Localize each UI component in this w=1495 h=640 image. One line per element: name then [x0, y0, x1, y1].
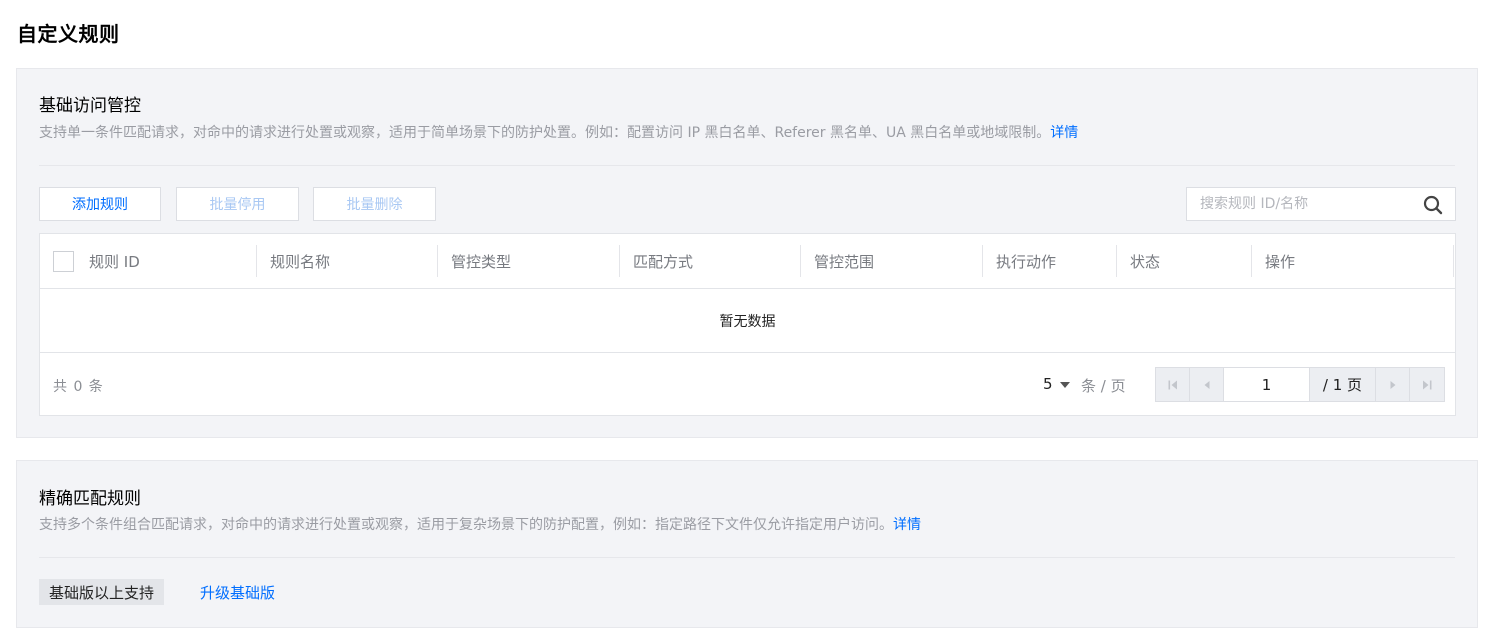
column-rule-id: 规则 ID [89, 252, 140, 271]
last-page-button[interactable] [1410, 368, 1444, 401]
column-operation: 操作 [1265, 252, 1296, 271]
rule-search-input[interactable] [1187, 188, 1417, 220]
caret-down-icon [1059, 382, 1070, 388]
per-page-label: 条 / 页 [1081, 377, 1126, 395]
column-separator [1453, 245, 1454, 277]
table-header: 规则 ID 规则名称 管控类型 匹配方式 管控范围 执行动作 状态 操作 [40, 234, 1455, 289]
column-separator [437, 245, 438, 277]
basic-card-divider [39, 165, 1455, 166]
batch-delete-button[interactable]: 批量删除 [313, 187, 436, 221]
select-all-checkbox[interactable] [53, 251, 74, 272]
column-control-scope: 管控范围 [814, 252, 875, 271]
column-match-mode: 匹配方式 [633, 252, 694, 271]
rule-search-box [1186, 187, 1456, 221]
column-separator [256, 245, 257, 277]
table-footer: 共 0 条 5 条 / 页 1 / 1 页 [40, 354, 1455, 416]
exact-match-rules-card: 精确匹配规则 支持多个条件组合匹配请求，对命中的请求进行处置或观察，适用于复杂场… [16, 460, 1478, 628]
prev-page-button[interactable] [1190, 368, 1224, 401]
rules-table: 规则 ID 规则名称 管控类型 匹配方式 管控范围 执行动作 状态 操作 暂无数… [39, 233, 1456, 416]
add-rule-button[interactable]: 添加规则 [39, 187, 161, 221]
batch-disable-button[interactable]: 批量停用 [176, 187, 299, 221]
exact-card-title: 精确匹配规则 [39, 489, 141, 509]
page-size-select[interactable]: 5 [1043, 375, 1070, 393]
column-separator [982, 245, 983, 277]
search-icon[interactable] [1423, 195, 1443, 215]
pagination: 1 / 1 页 [1155, 367, 1445, 402]
column-action: 执行动作 [996, 252, 1057, 271]
next-page-button[interactable] [1376, 368, 1410, 401]
page-number-input[interactable]: 1 [1224, 368, 1310, 401]
exact-card-description: 支持多个条件组合匹配请求，对命中的请求进行处置或观察，适用于复杂场景下的防护配置… [39, 514, 921, 534]
page-title: 自定义规则 [17, 22, 120, 46]
first-page-icon [1168, 380, 1177, 389]
exact-detail-link[interactable]: 详情 [893, 517, 921, 533]
next-page-icon [1390, 380, 1395, 389]
column-separator [1116, 245, 1117, 277]
first-page-button[interactable] [1156, 368, 1190, 401]
total-count: 共 0 条 [53, 379, 104, 395]
prev-page-icon [1204, 380, 1209, 389]
column-rule-name: 规则名称 [270, 252, 331, 271]
page-size-value: 5 [1043, 375, 1053, 393]
last-page-icon [1423, 380, 1432, 389]
total-pages: / 1 页 [1310, 368, 1376, 401]
exact-card-desc-text: 支持多个条件组合匹配请求，对命中的请求进行处置或观察，适用于复杂场景下的防护配置… [39, 517, 893, 533]
empty-state: 暂无数据 [40, 289, 1455, 353]
column-separator [1251, 245, 1252, 277]
exact-card-divider [39, 557, 1455, 558]
basic-detail-link[interactable]: 详情 [1050, 125, 1078, 141]
basic-access-control-card: 基础访问管控 支持单一条件匹配请求，对命中的请求进行处置或观察，适用于简单场景下… [16, 68, 1478, 438]
column-control-type: 管控类型 [451, 252, 512, 271]
column-status: 状态 [1130, 252, 1161, 271]
basic-card-title: 基础访问管控 [39, 96, 141, 116]
basic-card-description: 支持单一条件匹配请求，对命中的请求进行处置或观察，适用于简单场景下的防护处置。例… [39, 122, 1078, 142]
column-separator [619, 245, 620, 277]
basic-card-desc-text: 支持单一条件匹配请求，对命中的请求进行处置或观察，适用于简单场景下的防护处置。例… [39, 125, 1051, 141]
column-separator [800, 245, 801, 277]
upgrade-link[interactable]: 升级基础版 [200, 582, 275, 603]
version-badge: 基础版以上支持 [39, 579, 165, 605]
